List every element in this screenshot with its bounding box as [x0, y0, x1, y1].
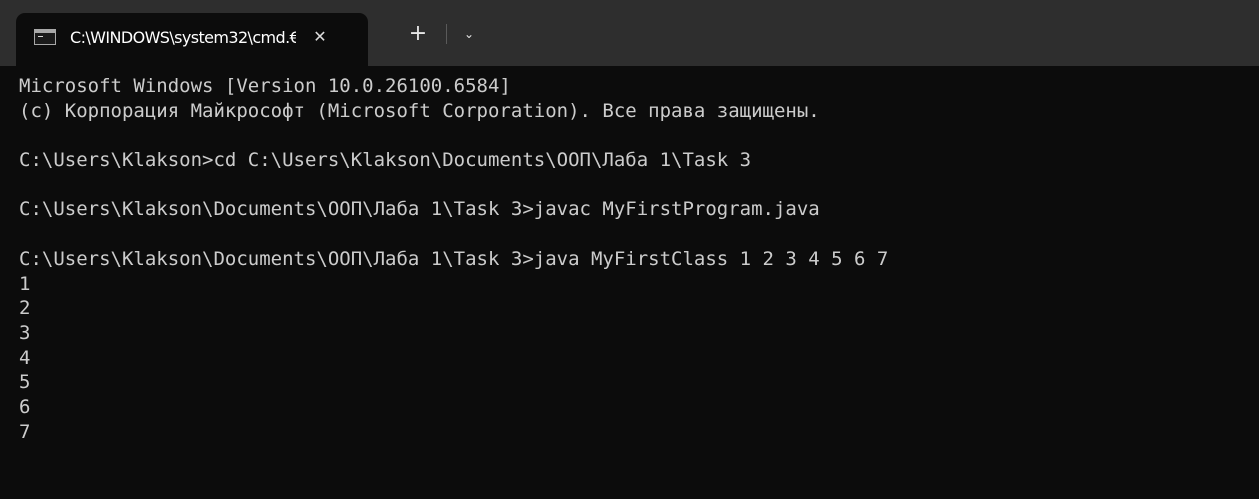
terminal-icon — [34, 29, 56, 45]
terminal-window: C:\WINDOWS\system32\cmd.€ ✕ + ⌄ Microsof… — [0, 0, 1259, 499]
terminal-output[interactable]: Microsoft Windows [Version 10.0.26100.65… — [19, 74, 1249, 499]
tab-separator — [446, 24, 447, 44]
terminal-line: C:\Users\Klakson\Documents\ООП\Лаба 1\Ta… — [19, 247, 889, 270]
tab-dropdown-button[interactable]: ⌄ — [458, 22, 480, 46]
terminal-line: 7 — [19, 420, 31, 443]
terminal-line: 2 — [19, 297, 31, 320]
tab-bar: C:\WINDOWS\system32\cmd.€ ✕ + ⌄ — [0, 0, 1259, 67]
new-tab-button[interactable]: + — [404, 20, 432, 48]
terminal-line: C:\Users\Klakson\Documents\ООП\Лаба 1\Ta… — [19, 198, 820, 221]
terminal-line: Microsoft Windows [Version 10.0.26100.65… — [19, 75, 511, 97]
terminal-line: 5 — [19, 371, 31, 394]
terminal-line: C:\Users\Klakson>cd C:\Users\Klakson\Doc… — [19, 149, 752, 172]
close-tab-button[interactable]: ✕ — [308, 25, 332, 49]
terminal-line: 4 — [19, 346, 31, 369]
tab-title: C:\WINDOWS\system32\cmd.€ — [70, 28, 296, 47]
terminal-line: (c) Корпорация Майкрософт (Microsoft Cor… — [19, 99, 820, 122]
terminal-line: 1 — [19, 272, 31, 295]
terminal-line: 6 — [19, 395, 31, 418]
tab-cmd[interactable]: C:\WINDOWS\system32\cmd.€ ✕ — [16, 13, 368, 67]
terminal-line: 3 — [19, 321, 31, 344]
